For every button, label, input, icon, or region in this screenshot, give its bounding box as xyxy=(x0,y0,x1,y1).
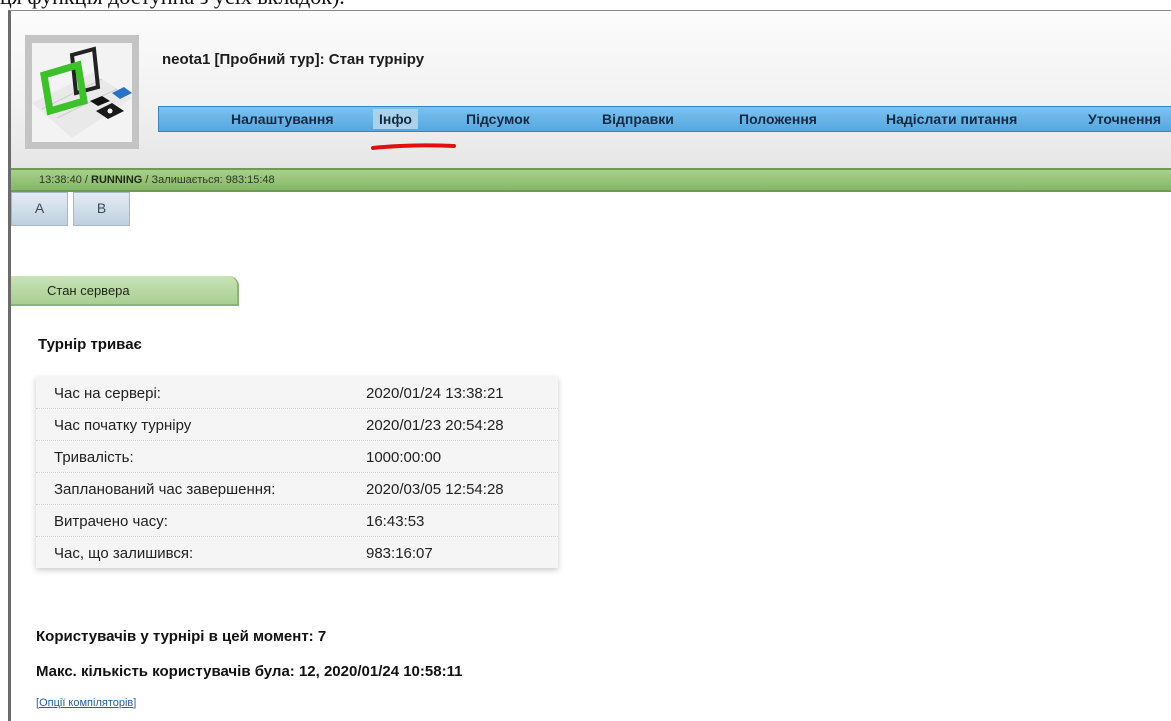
row-label: Час на сервері: xyxy=(54,385,161,402)
table-row: Час початку турніру 2020/01/23 20:54:28 xyxy=(36,409,558,441)
users-max-text: Макс. кількість користувачів була: 12, 2… xyxy=(36,663,463,680)
menu-item-submissions[interactable]: Відправки xyxy=(602,111,674,127)
document-caption-text: ця функція доступна з усіх вкладок). xyxy=(0,0,345,10)
row-label: Запланований час завершення: xyxy=(54,481,276,498)
status-bar: 13:38:40 / RUNNING / Залишається: 983:15… xyxy=(11,168,1171,192)
row-label: Витрачено часу: xyxy=(54,513,168,530)
ejudge-logo xyxy=(25,35,139,149)
section-title: Стан сервера xyxy=(47,283,130,298)
logo-graphic-icon xyxy=(32,46,132,138)
problem-tab-a[interactable]: A xyxy=(11,192,68,226)
menu-item-ask-question[interactable]: Надіслати питання xyxy=(886,111,1017,127)
compiler-options-link[interactable]: Опції компіляторів xyxy=(39,697,133,709)
status-text: 13:38:40 / RUNNING / Залишається: 983:15… xyxy=(39,174,275,186)
table-row: Запланований час завершення: 2020/03/05 … xyxy=(36,473,558,505)
compiler-options-link-wrapper: [Опції компіляторів] xyxy=(36,697,137,709)
menu-item-info[interactable]: Інфо xyxy=(373,109,418,129)
server-time: 13:38:40 xyxy=(39,174,82,186)
row-value: 16:43:53 xyxy=(366,513,425,530)
row-label: Час, що залишився: xyxy=(54,545,194,562)
browser-window: neota1 [Пробний тур]: Стан турніру Налаш… xyxy=(8,10,1171,721)
menu-item-standings[interactable]: Положення xyxy=(739,111,817,127)
remaining-time: Залишається: 983:15:48 xyxy=(151,174,275,186)
document-caption-cropped: ця функція доступна з усіх вкладок). xyxy=(0,0,1171,10)
server-info-table: Час на сервері: 2020/01/24 13:38:21 Час … xyxy=(36,377,558,568)
table-row: Тривалість: 1000:00:00 xyxy=(36,441,558,473)
menu-item-summary[interactable]: Підсумок xyxy=(466,111,530,127)
contest-status-heading: Турнір триває xyxy=(38,336,142,353)
table-row: Час на сервері: 2020/01/24 13:38:21 xyxy=(36,377,558,409)
logo-image xyxy=(32,43,132,142)
section-tab-server-status: Стан сервера xyxy=(11,276,239,306)
row-value: 2020/01/23 20:54:28 xyxy=(366,417,504,434)
row-value: 2020/01/24 13:38:21 xyxy=(366,385,504,402)
row-label: Тривалість: xyxy=(54,449,134,466)
table-row: Витрачено часу: 16:43:53 xyxy=(36,505,558,537)
problem-tab-b[interactable]: B xyxy=(73,192,130,226)
row-value: 1000:00:00 xyxy=(366,449,442,466)
users-now-text: Користувачів у турнірі в цей момент: 7 xyxy=(36,628,327,645)
row-value: 983:16:07 xyxy=(366,545,433,562)
contest-state: RUNNING xyxy=(91,174,143,186)
row-label: Час початку турніру xyxy=(54,417,192,434)
page-header: neota1 [Пробний тур]: Стан турніру Налаш… xyxy=(11,11,1171,168)
red-annotation-underline xyxy=(371,143,456,150)
page-title: neota1 [Пробний тур]: Стан турніру xyxy=(162,51,425,68)
menu-item-clarifications[interactable]: Уточнення xyxy=(1088,111,1161,127)
row-value: 2020/03/05 12:54:28 xyxy=(366,481,504,498)
table-row: Час, що залишився: 983:16:07 xyxy=(36,537,558,568)
main-menu: Налаштування Інфо Підсумок Відправки Пол… xyxy=(158,106,1171,132)
menu-item-settings[interactable]: Налаштування xyxy=(231,111,334,127)
